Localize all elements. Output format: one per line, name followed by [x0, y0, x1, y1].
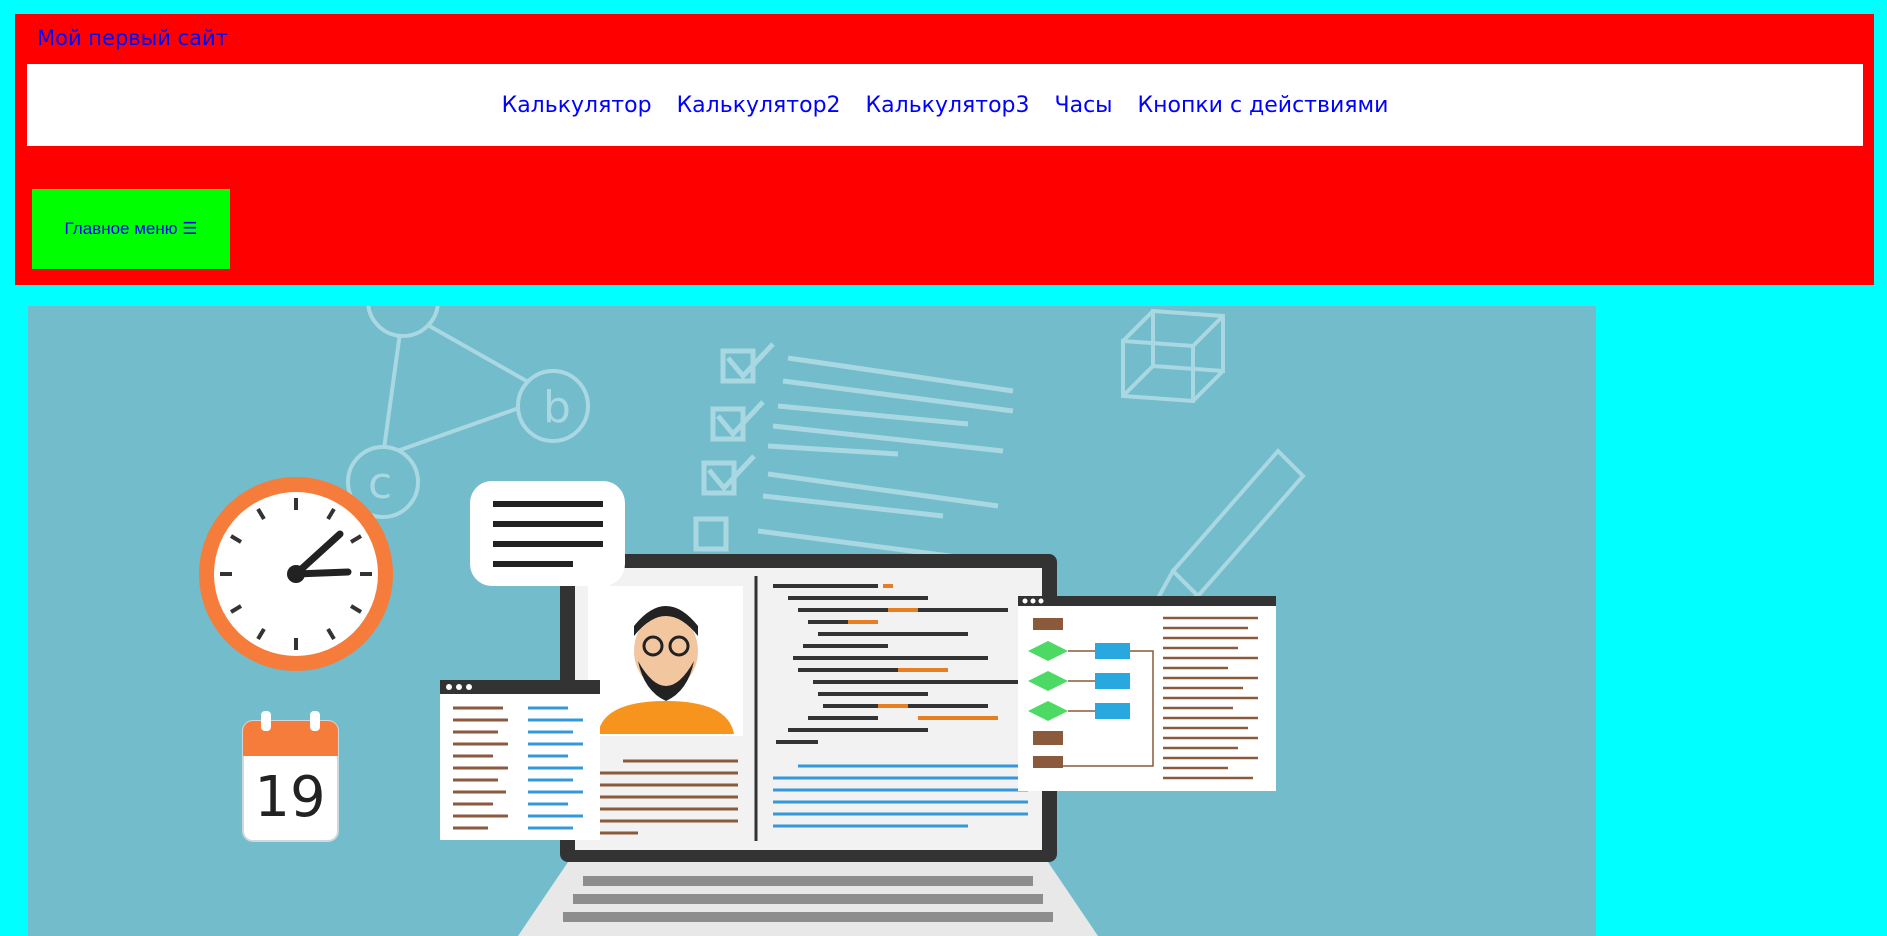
nav-link-action-buttons[interactable]: Кнопки с действиями: [1138, 93, 1389, 118]
cube-graphic: [1121, 308, 1225, 404]
speech-bubble-icon: [470, 481, 625, 611]
site-title: Мой первый сайт: [37, 26, 228, 50]
nav-link-calculator3[interactable]: Калькулятор3: [866, 93, 1030, 118]
illustration-svg: b c 19: [199, 306, 1306, 936]
site-header: Мой первый сайт Калькулятор Калькулятор2…: [15, 14, 1874, 285]
avatar-illustration: [588, 586, 743, 736]
laptop-graphic: [518, 554, 1098, 936]
clock-icon: [199, 477, 393, 671]
main-nav: Калькулятор Калькулятор2 Калькулятор3 Ча…: [27, 64, 1863, 146]
checklist-graphic: [693, 342, 1014, 564]
calendar-day: 19: [254, 765, 325, 830]
main-menu-button[interactable]: Главное меню ☰: [32, 189, 230, 269]
bubble-letter-c: c: [368, 458, 392, 509]
nav-link-clock[interactable]: Часы: [1055, 93, 1113, 118]
hero-illustration: b c 19: [28, 306, 1596, 936]
code-window-left: [440, 680, 600, 840]
pencil-icon: [1143, 448, 1306, 620]
flowchart-window: [1018, 596, 1276, 791]
nav-link-calculator[interactable]: Калькулятор: [502, 93, 652, 118]
bubble-letter-b: b: [543, 382, 571, 433]
nav-link-calculator2[interactable]: Калькулятор2: [677, 93, 841, 118]
